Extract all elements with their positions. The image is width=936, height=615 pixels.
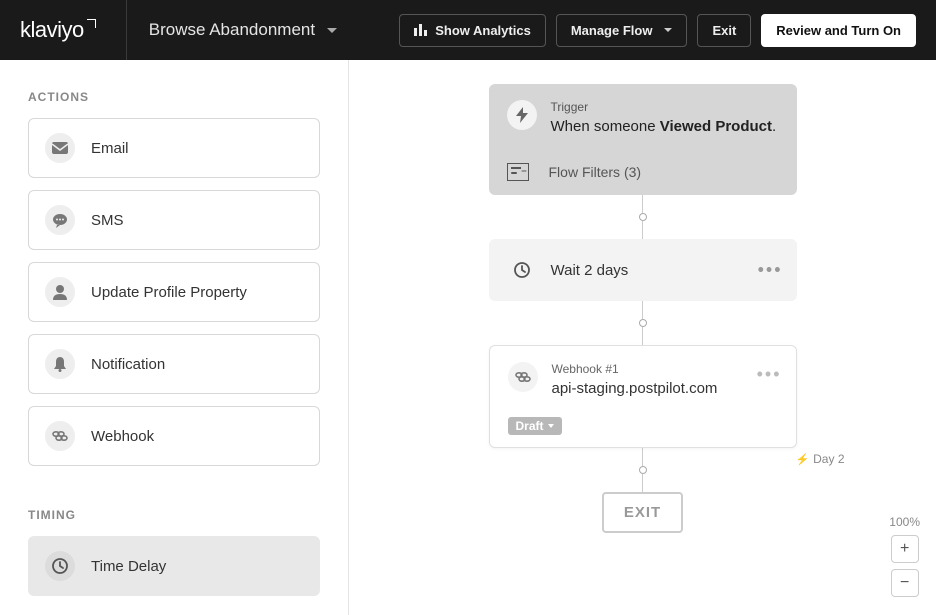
webhook-label: Webhook #1 bbox=[552, 362, 718, 376]
connector bbox=[642, 448, 643, 466]
day-text: Day 2 bbox=[813, 452, 844, 466]
sidebar: ACTIONS Email SMS Update Profile Propert… bbox=[0, 60, 349, 615]
action-update-profile[interactable]: Update Profile Property bbox=[28, 262, 320, 322]
timing-section-label: TIMING bbox=[28, 508, 320, 522]
action-webhook[interactable]: Webhook bbox=[28, 406, 320, 466]
filter-icon bbox=[507, 163, 529, 181]
connector bbox=[642, 195, 643, 213]
trigger-prefix: When someone bbox=[551, 118, 660, 135]
connector-dot[interactable] bbox=[639, 466, 647, 474]
bolt-icon: ⚡ bbox=[795, 453, 809, 466]
action-email[interactable]: Email bbox=[28, 118, 320, 178]
exit-node[interactable]: EXIT bbox=[602, 492, 683, 533]
actions-section-label: ACTIONS bbox=[28, 90, 320, 104]
action-label: Update Profile Property bbox=[91, 284, 247, 301]
filter-text: Flow Filters (3) bbox=[549, 164, 642, 180]
connector bbox=[642, 474, 643, 492]
action-label: Webhook bbox=[91, 428, 154, 445]
review-label: Review and Turn On bbox=[776, 23, 901, 38]
day-label: ⚡ Day 2 bbox=[795, 452, 844, 466]
trigger-event: Viewed Product bbox=[660, 118, 772, 135]
webhook-card[interactable]: Webhook #1 api-staging.postpilot.com Dra… bbox=[489, 345, 797, 448]
review-button[interactable]: Review and Turn On bbox=[761, 14, 916, 47]
webhook-icon bbox=[508, 362, 538, 392]
action-label: Time Delay bbox=[91, 558, 166, 575]
wait-card[interactable]: Wait 2 days ••• bbox=[489, 239, 797, 301]
connector bbox=[642, 221, 643, 239]
status-text: Draft bbox=[516, 419, 544, 433]
trigger-card[interactable]: Trigger When someone Viewed Product. Flo… bbox=[489, 84, 797, 195]
logo[interactable]: klaviyo bbox=[20, 17, 96, 43]
show-analytics-label: Show Analytics bbox=[435, 23, 531, 38]
trigger-suffix: . bbox=[772, 118, 776, 135]
email-icon bbox=[45, 133, 75, 163]
action-sms[interactable]: SMS bbox=[28, 190, 320, 250]
notification-icon bbox=[45, 349, 75, 379]
timing-time-delay[interactable]: Time Delay bbox=[28, 536, 320, 596]
sms-icon bbox=[45, 205, 75, 235]
action-label: Email bbox=[91, 140, 129, 157]
zoom-out-button[interactable]: − bbox=[891, 569, 919, 597]
profile-icon bbox=[45, 277, 75, 307]
action-notification[interactable]: Notification bbox=[28, 334, 320, 394]
exit-label: Exit bbox=[712, 23, 736, 38]
clock-icon bbox=[507, 255, 537, 285]
show-analytics-button[interactable]: Show Analytics bbox=[399, 14, 546, 47]
more-icon[interactable]: ••• bbox=[757, 364, 782, 385]
connector-dot[interactable] bbox=[639, 213, 647, 221]
status-badge[interactable]: Draft bbox=[508, 417, 562, 435]
flow-title[interactable]: Browse Abandonment bbox=[149, 20, 315, 40]
app-header: klaviyo Browse Abandonment Show Analytic… bbox=[0, 0, 936, 60]
analytics-icon bbox=[414, 24, 427, 36]
more-icon[interactable]: ••• bbox=[758, 260, 783, 281]
connector-dot[interactable] bbox=[639, 319, 647, 327]
action-label: SMS bbox=[91, 212, 124, 229]
divider bbox=[126, 0, 127, 60]
zoom-percent: 100% bbox=[889, 515, 920, 529]
connector bbox=[642, 327, 643, 345]
flow-filters[interactable]: Flow Filters (3) bbox=[507, 163, 779, 181]
manage-flow-button[interactable]: Manage Flow bbox=[556, 14, 688, 47]
connector bbox=[642, 301, 643, 319]
trigger-label: Trigger bbox=[551, 100, 777, 114]
manage-flow-label: Manage Flow bbox=[571, 23, 653, 38]
wait-text: Wait 2 days bbox=[551, 262, 629, 279]
bolt-icon bbox=[507, 100, 537, 130]
exit-button[interactable]: Exit bbox=[697, 14, 751, 47]
chevron-down-icon bbox=[548, 424, 554, 428]
chevron-down-icon bbox=[664, 28, 672, 32]
webhook-url: api-staging.postpilot.com bbox=[552, 380, 718, 397]
trigger-text: When someone Viewed Product. bbox=[551, 118, 777, 135]
action-label: Notification bbox=[91, 356, 165, 373]
flow-canvas[interactable]: Trigger When someone Viewed Product. Flo… bbox=[349, 60, 936, 615]
flow-title-dropdown-icon[interactable] bbox=[327, 28, 337, 33]
clock-icon bbox=[45, 551, 75, 581]
zoom-panel: 100% + − bbox=[889, 515, 920, 597]
zoom-in-button[interactable]: + bbox=[891, 535, 919, 563]
webhook-icon bbox=[45, 421, 75, 451]
